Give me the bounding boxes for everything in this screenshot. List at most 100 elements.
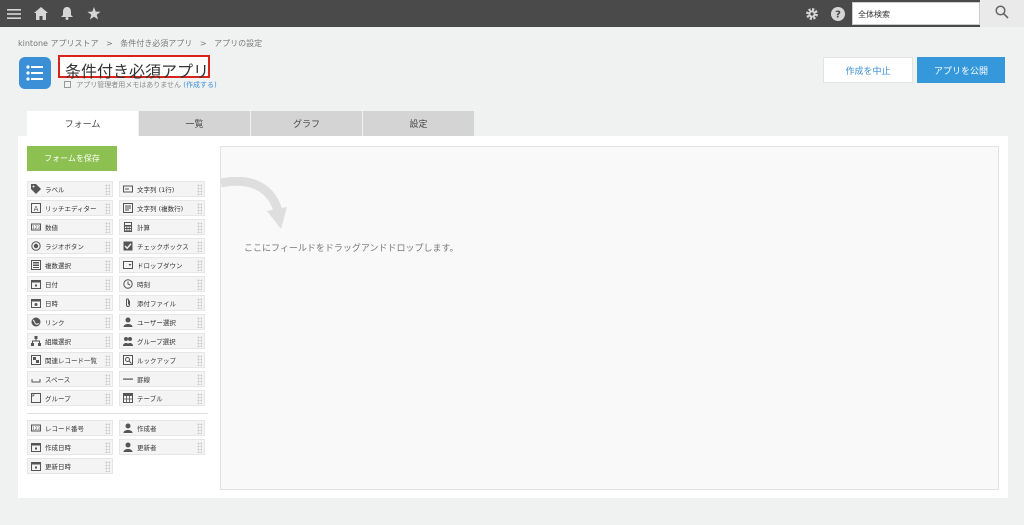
palette-item[interactable]: 作成者 (119, 420, 205, 436)
palette-item[interactable]: 罫線 (119, 371, 205, 387)
drag-handle[interactable] (197, 222, 202, 233)
gear-icon[interactable] (802, 0, 822, 27)
drag-handle[interactable] (197, 442, 202, 453)
drag-handle[interactable] (105, 279, 110, 290)
drag-handle[interactable] (105, 355, 110, 366)
palette-item[interactable]: 複数選択 (27, 257, 113, 273)
drag-handle[interactable] (105, 298, 110, 309)
drag-handle[interactable] (105, 317, 110, 328)
palette-item-label: 作成者 (137, 425, 157, 433)
palette-item[interactable]: 日時 (27, 295, 113, 311)
breadcrumb: kintone アプリストア > 条件付き必須アプリ > アプリの設定 (18, 38, 262, 49)
palette-item[interactable]: ドロップダウン (119, 257, 205, 273)
palette-item[interactable]: 組織選択 (27, 333, 113, 349)
text-single-icon (123, 184, 133, 194)
memo-create-link[interactable]: (作成する) (183, 81, 216, 89)
palette-item[interactable]: 添付ファイル (119, 295, 205, 311)
drag-handle[interactable] (105, 423, 110, 434)
palette-item[interactable]: 更新日時 (27, 458, 113, 474)
drag-handle[interactable] (197, 423, 202, 434)
lookup-icon (123, 355, 133, 365)
field-drop-area[interactable] (220, 146, 999, 490)
palette-item-label: チェックボックス (137, 243, 189, 251)
drag-handle[interactable] (105, 241, 110, 252)
breadcrumb-item-app[interactable]: 条件付き必須アプリ (120, 39, 192, 48)
palette-item[interactable]: A リッチエディター (27, 200, 113, 216)
palette-item[interactable]: グループ選択 (119, 333, 205, 349)
bell-icon[interactable] (57, 0, 77, 27)
drag-handle[interactable] (197, 317, 202, 328)
drag-handle[interactable] (105, 184, 110, 195)
app-icon (19, 57, 51, 89)
publish-app-button[interactable]: アプリを公開 (917, 57, 1005, 83)
palette-item[interactable]: 日付 (27, 276, 113, 292)
palette-item[interactable]: リンク (27, 314, 113, 330)
drag-handle[interactable] (197, 203, 202, 214)
palette-item-label: リッチエディター (45, 205, 97, 213)
tab-settings[interactable]: 設定 (363, 111, 474, 136)
drag-handle[interactable] (105, 374, 110, 385)
palette-item[interactable]: 計算 (119, 219, 205, 235)
tab-graph[interactable]: グラフ (251, 111, 362, 136)
drag-handle[interactable] (105, 203, 110, 214)
drag-handle[interactable] (197, 279, 202, 290)
drag-handle[interactable] (197, 298, 202, 309)
cancel-creation-button[interactable]: 作成を中止 (823, 57, 913, 83)
star-icon[interactable] (84, 0, 104, 27)
palette-item[interactable]: 作成日時 (27, 439, 113, 455)
palette-item[interactable]: 123 数値 (27, 219, 113, 235)
memo-icon (64, 81, 71, 88)
palette-item[interactable]: ルックアップ (119, 352, 205, 368)
drag-handle[interactable] (105, 336, 110, 347)
search-input[interactable]: 全体検索 (852, 2, 980, 25)
palette-item[interactable]: ユーザー選択 (119, 314, 205, 330)
multi-select-icon (31, 260, 41, 270)
drag-handle[interactable] (197, 241, 202, 252)
svg-text:123: 123 (32, 225, 40, 230)
palette-item-label: 文字列 (1行) (137, 186, 175, 194)
drag-handle[interactable] (197, 336, 202, 347)
tab-form[interactable]: フォーム (27, 111, 138, 136)
palette-item-label: スペース (45, 376, 71, 384)
palette-item-label: ドロップダウン (137, 262, 183, 270)
drag-handle[interactable] (105, 461, 110, 472)
drag-handle[interactable] (105, 260, 110, 271)
palette-item-label: 日付 (45, 281, 58, 289)
palette-item[interactable]: グループ (27, 390, 113, 406)
palette-item[interactable]: 時刻 (119, 276, 205, 292)
palette-item[interactable]: 関連レコード一覧 (27, 352, 113, 368)
related-records-icon (31, 355, 41, 365)
calculator-icon (123, 222, 133, 232)
palette-item[interactable]: 123 レコード番号 (27, 420, 113, 436)
tab-list[interactable]: 一覧 (139, 111, 250, 136)
menu-icon[interactable] (4, 0, 24, 27)
top-bar: ? 全体検索 (0, 0, 1024, 27)
drag-handle[interactable] (197, 355, 202, 366)
palette-item[interactable]: テーブル (119, 390, 205, 406)
app-title[interactable]: 条件付き必須アプリ (58, 55, 210, 81)
drag-handle[interactable] (105, 222, 110, 233)
drag-handle[interactable] (105, 442, 110, 453)
radio-icon (31, 241, 41, 251)
palette-item[interactable]: 更新者 (119, 439, 205, 455)
drag-handle[interactable] (197, 393, 202, 404)
palette-item[interactable]: 文字列 (1行) (119, 181, 205, 197)
drag-handle[interactable] (197, 374, 202, 385)
drag-handle[interactable] (105, 393, 110, 404)
breadcrumb-item-store[interactable]: kintone アプリストア (18, 39, 99, 48)
globe-icon (31, 317, 41, 327)
palette-item[interactable]: チェックボックス (119, 238, 205, 254)
drag-handle[interactable] (197, 184, 202, 195)
home-icon[interactable] (31, 0, 51, 27)
svg-text:A: A (34, 205, 39, 213)
palette-item[interactable]: ラベル (27, 181, 113, 197)
paperclip-icon (123, 298, 133, 308)
palette-divider (27, 413, 208, 414)
save-form-button[interactable]: フォームを保存 (27, 146, 117, 171)
search-button[interactable] (980, 0, 1024, 27)
palette-item[interactable]: ラジオボタン (27, 238, 113, 254)
palette-item[interactable]: スペース (27, 371, 113, 387)
help-icon[interactable]: ? (828, 0, 848, 27)
drag-handle[interactable] (197, 260, 202, 271)
palette-item[interactable]: 文字列 (複数行) (119, 200, 205, 216)
